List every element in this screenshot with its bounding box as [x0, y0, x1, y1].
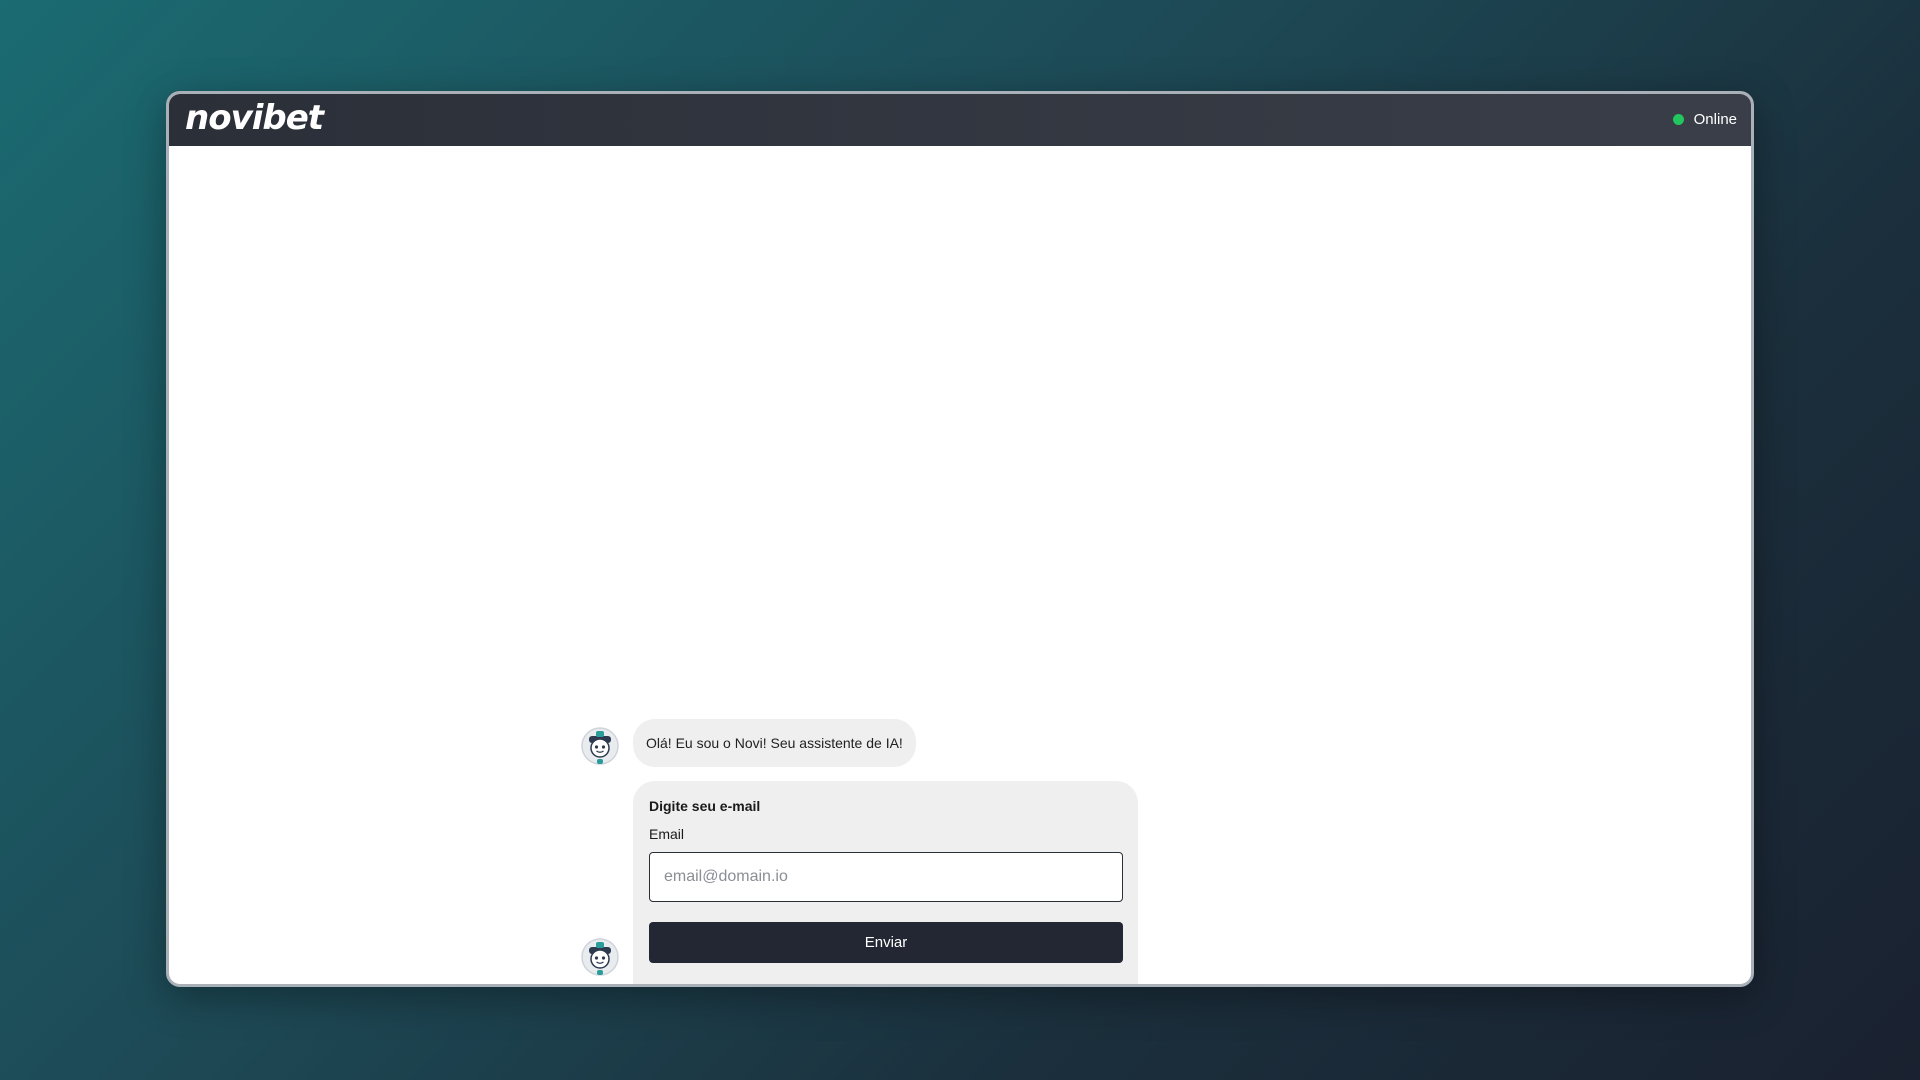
header-bar: novibet Online — [169, 94, 1751, 146]
brand-logo: novibet — [185, 98, 324, 138]
status-label: Online — [1693, 111, 1737, 128]
submit-button[interactable]: Enviar — [649, 922, 1123, 963]
email-input[interactable] — [649, 852, 1123, 902]
email-form-card: Digite seu e-mail Email Enviar — [633, 781, 1138, 984]
status-dot-icon — [1672, 114, 1684, 125]
email-label: Email — [649, 826, 685, 842]
robot-avatar-icon — [581, 938, 619, 976]
form-title: Digite seu e-mail — [649, 798, 761, 814]
chat-window: novibet Online Olá! Eu sou o Novi! Seu a… — [166, 91, 1754, 987]
robot-avatar-icon — [581, 727, 619, 765]
status-indicator: Online — [1672, 111, 1737, 128]
bot-message-bubble: Olá! Eu sou o Novi! Seu assistente de IA… — [633, 719, 916, 767]
